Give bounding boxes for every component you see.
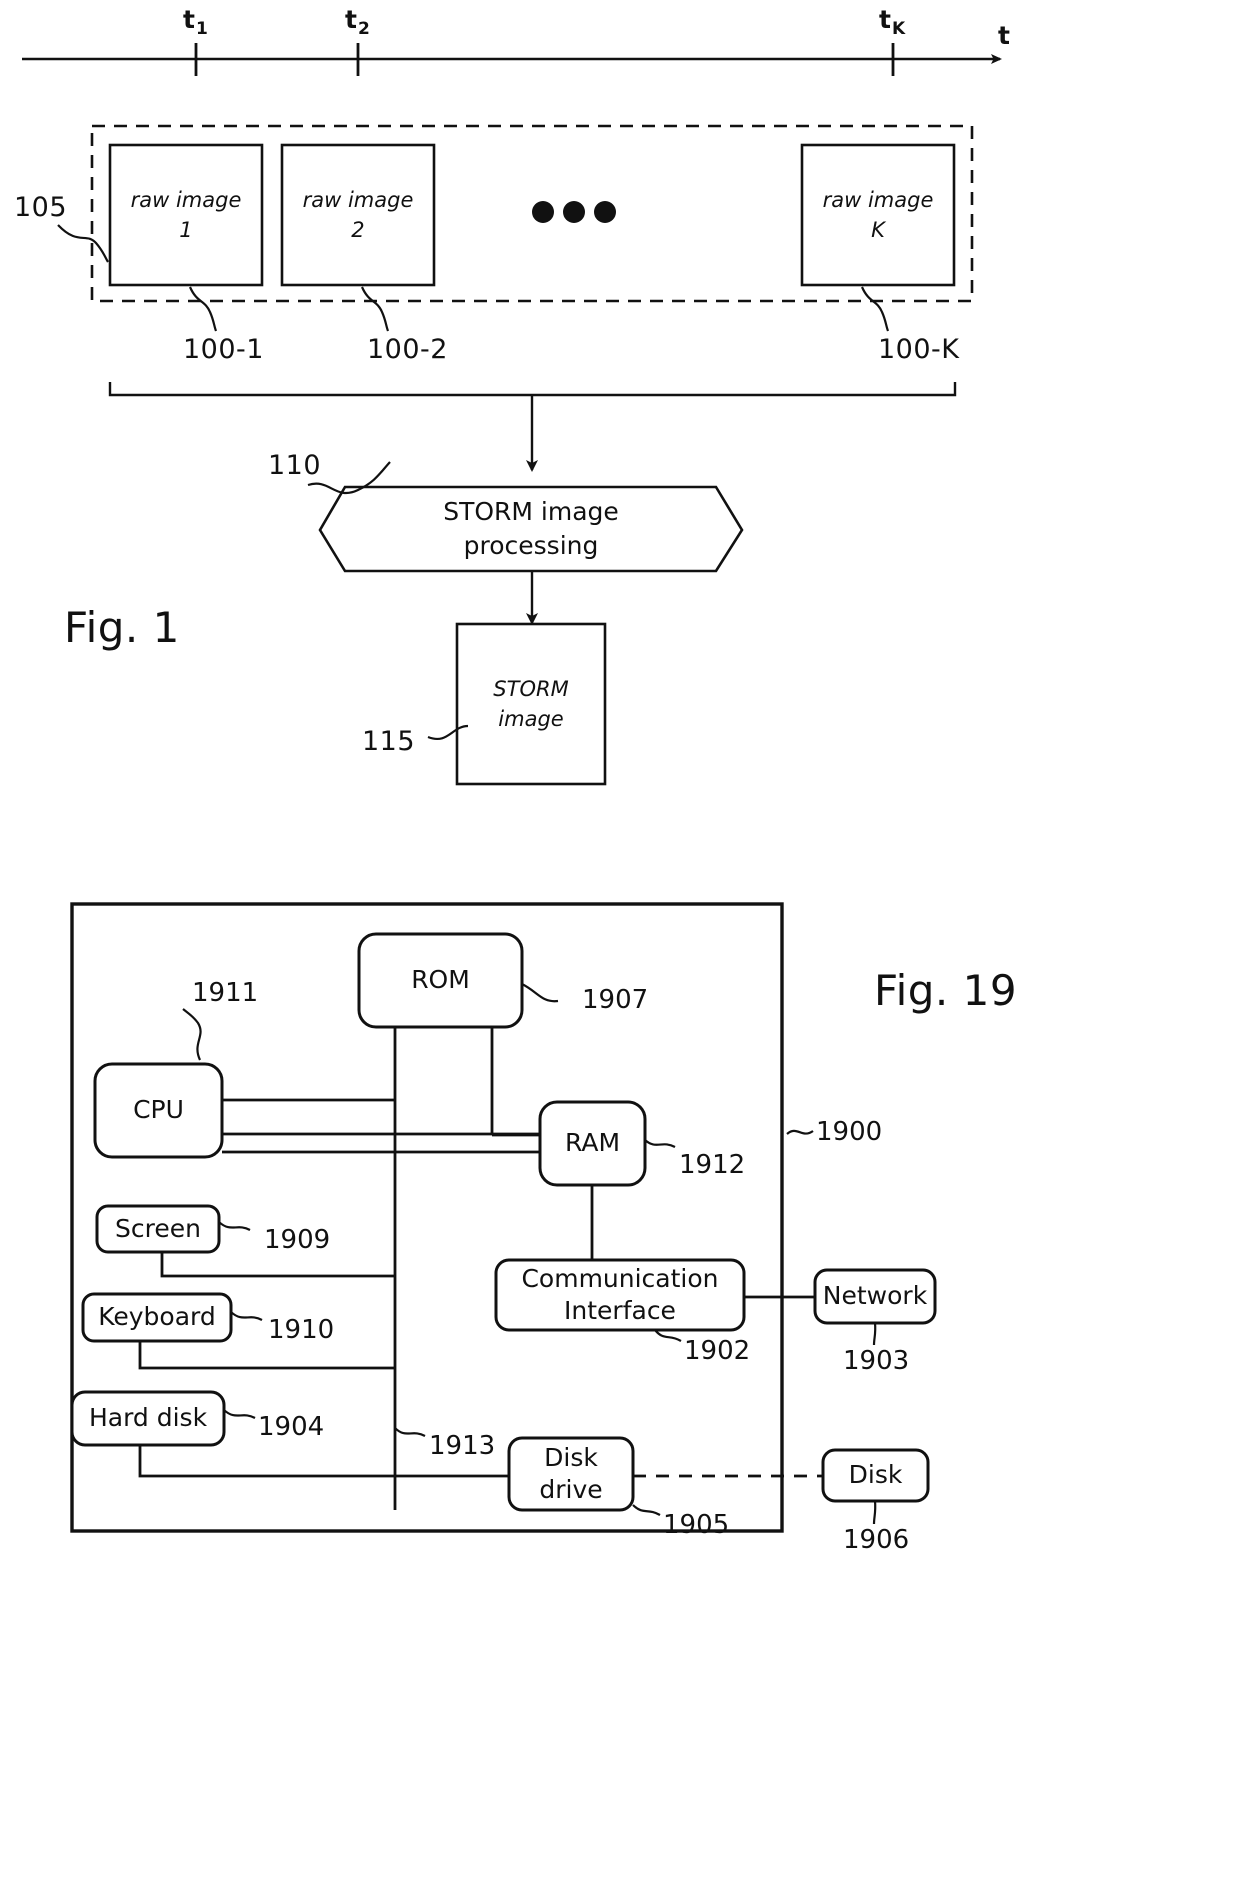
block-label-diskdrive: Disk drive — [539, 1442, 603, 1505]
block-label-network: Network — [822, 1281, 928, 1311]
reference-1910: 1910 — [268, 1315, 335, 1345]
leader-100-1 — [188, 286, 218, 332]
storm-processing-label: STORM image processing — [443, 497, 619, 560]
reference-100-k: 100-K — [878, 334, 960, 365]
timeline-tick-label-k: tK — [879, 5, 906, 39]
reference-1912: 1912 — [679, 1150, 746, 1180]
timeline-axis-label: t — [998, 21, 1010, 50]
reference-1906: 1906 — [843, 1525, 910, 1555]
block-label-disk: Disk — [848, 1460, 903, 1490]
reference-1905: 1905 — [663, 1510, 730, 1540]
reference-1913: 1913 — [429, 1431, 496, 1461]
leader-100-2 — [360, 286, 390, 332]
figure-vector-layer — [22, 43, 1002, 1533]
leader-100-K — [860, 286, 890, 332]
timeline-tick-label-2: t2 — [345, 5, 370, 39]
reference-1909: 1909 — [264, 1225, 331, 1255]
raw-image-k-label: raw image K — [822, 187, 934, 242]
reference-1900: 1900 — [816, 1117, 883, 1147]
block-label-rom: ROM — [411, 965, 470, 995]
block-label-keyboard: Keyboard — [98, 1302, 216, 1332]
reference-1911: 1911 — [192, 978, 259, 1008]
timeline-tick-label-1: t1 — [183, 5, 208, 39]
reference-100-1: 100-1 — [183, 334, 264, 365]
merge-bracket — [108, 382, 957, 472]
raw-image-1-label: raw image 1 — [130, 187, 242, 242]
reference-1904: 1904 — [258, 1412, 325, 1442]
block-label-harddisk: Hard disk — [88, 1403, 208, 1433]
leader-105 — [57, 224, 109, 263]
figure-19-title: Fig. 19 — [874, 966, 1018, 1015]
leader-1900 — [786, 1129, 814, 1135]
ellipsis-dots — [532, 201, 616, 223]
storm-image-label: STORM image — [493, 676, 569, 731]
block-label-cpu: CPU — [133, 1095, 184, 1125]
figure-1-title: Fig. 1 — [64, 603, 180, 652]
reference-110: 110 — [268, 450, 322, 481]
reference-1902: 1902 — [684, 1336, 751, 1366]
raw-image-2-label: raw image 2 — [302, 187, 414, 242]
block-label-comm: Communication Interface — [521, 1263, 719, 1326]
reference-1907: 1907 — [582, 985, 649, 1015]
block-label-screen: Screen — [115, 1213, 201, 1243]
timeline-axis — [22, 43, 1002, 76]
patent-figure-sheet: t1 t2 tK t 105 raw image 1 raw image 2 r… — [0, 0, 1240, 1901]
reference-1903: 1903 — [843, 1346, 910, 1376]
reference-115: 115 — [362, 726, 416, 757]
block-label-ram: RAM — [564, 1128, 621, 1158]
reference-105: 105 — [14, 192, 68, 223]
reference-100-2: 100-2 — [367, 334, 448, 365]
